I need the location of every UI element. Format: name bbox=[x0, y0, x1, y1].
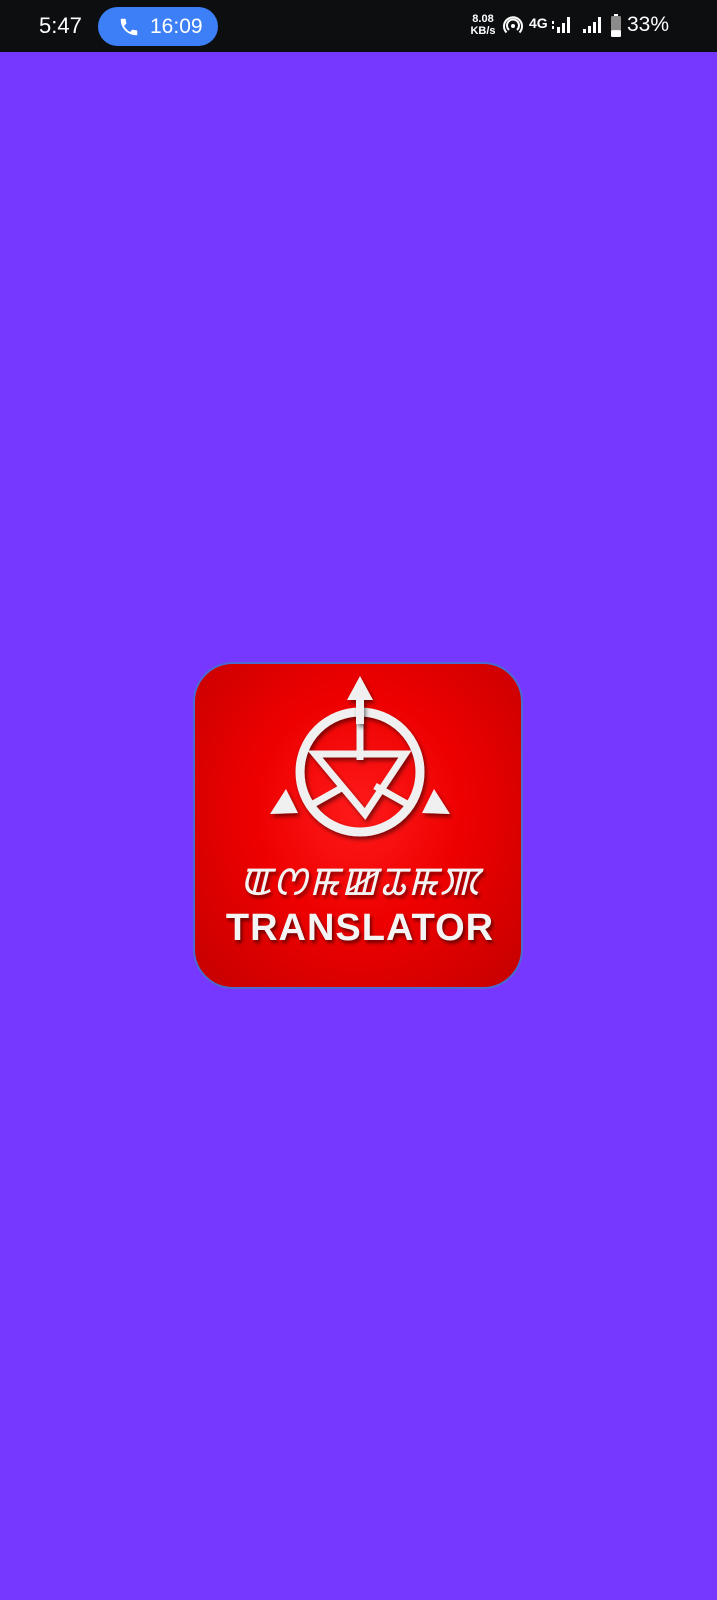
network-type: 4G bbox=[529, 15, 548, 31]
ongoing-call-chip[interactable]: 16:09 bbox=[98, 7, 218, 46]
status-time: 5:47 bbox=[39, 13, 82, 38]
signal-strength-icon bbox=[552, 17, 570, 33]
phone-icon bbox=[120, 18, 138, 36]
battery-percent: 33% bbox=[627, 13, 670, 36]
app-logo-script-text: ꯑꯁꯃꯀꯊꯃꯄ bbox=[239, 859, 481, 905]
status-bar: 5:47 16:09 8.08 KB/s 4G 33% bbox=[0, 0, 717, 52]
compass-arrows-logo-icon bbox=[270, 676, 450, 837]
network-speed-unit: KB/s bbox=[470, 25, 496, 37]
battery-icon bbox=[611, 14, 621, 37]
network-speed: 8.08 KB/s bbox=[468, 13, 498, 37]
hotspot-icon bbox=[503, 16, 523, 34]
network-speed-value: 8.08 bbox=[472, 13, 494, 25]
app-logo: ꯑꯁꯃꯀꯊꯃꯄ TRANSLATOR bbox=[193, 662, 523, 989]
app-logo-title: TRANSLATOR bbox=[225, 907, 495, 949]
call-duration: 16:09 bbox=[150, 15, 203, 38]
signal-strength-icon-2 bbox=[583, 17, 601, 33]
